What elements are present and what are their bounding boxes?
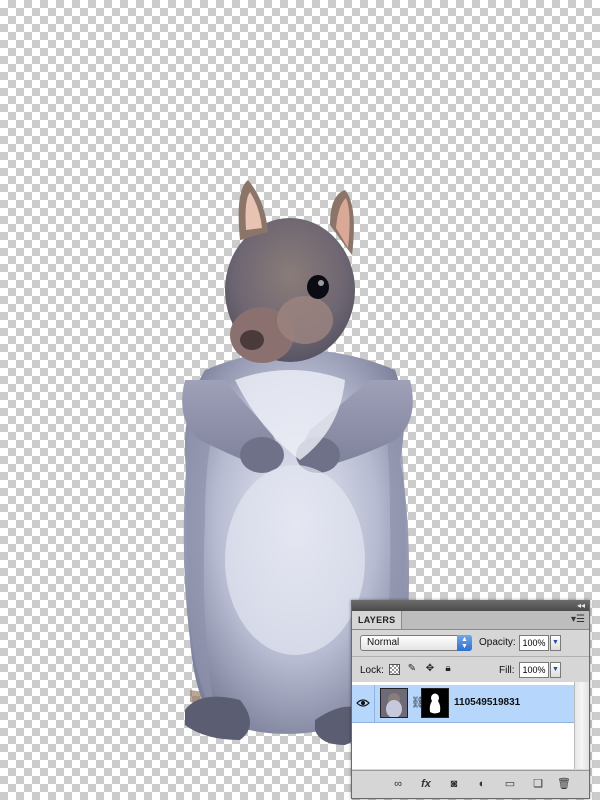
eye-divider [374, 685, 375, 722]
fill-input[interactable]: 100% [519, 662, 549, 678]
blend-mode-select[interactable]: Normal ▲ ▼ [360, 635, 472, 651]
layer-mask-thumbnail[interactable] [421, 688, 449, 718]
blend-mode-value: Normal [367, 637, 400, 648]
tab-layers[interactable]: LAYERS [352, 611, 403, 629]
panel-tab-row: LAYERS ▾☰ [352, 611, 589, 630]
layer-row[interactable]: ⛓︎ 110549519831 [352, 685, 574, 723]
new-layer-icon[interactable]: ❏ [530, 777, 546, 791]
blend-row: Normal ▲ ▼ Opacity: 100% ▼ [352, 630, 589, 657]
eye-icon[interactable] [356, 698, 370, 708]
layers-panel: ◂◂ LAYERS ▾☰ Normal ▲ ▼ Opacity: 100% ▼ L… [351, 600, 590, 799]
panel-titlebar[interactable]: ◂◂ [352, 601, 589, 611]
layer-name[interactable]: 110549519831 [454, 697, 520, 708]
fill-label: Fill: [499, 665, 515, 676]
lock-all-icon[interactable]: 🔒︎ [442, 663, 454, 675]
lock-row: Lock: ✎ ✥ 🔒︎ Fill: 100% ▼ [352, 657, 589, 684]
lock-position-icon[interactable]: ✥ [424, 663, 436, 675]
double-arrow-collapse-icon[interactable]: ◂◂ [577, 601, 585, 611]
add-mask-icon[interactable]: ◙ [446, 777, 462, 791]
chevron-updown-icon: ▲ ▼ [457, 635, 472, 651]
opacity-input[interactable]: 100% [519, 635, 549, 651]
layer-thumbnail[interactable] [380, 688, 408, 718]
panel-menu-icon[interactable]: ▾☰ [571, 614, 585, 626]
lock-image-pixels-icon[interactable]: ✎ [406, 663, 418, 675]
opacity-dropdown-button[interactable]: ▼ [550, 635, 561, 651]
new-group-icon[interactable]: ▭ [502, 777, 518, 791]
trash-icon[interactable]: 🗑︎ [556, 777, 572, 791]
link-layers-icon[interactable]: ∞ [390, 777, 406, 791]
layers-bottom-toolbar: ∞ fx ◙ ◐ ▭ ❏ 🗑︎ [352, 770, 589, 798]
lock-transparent-pixels-icon[interactable] [389, 664, 400, 675]
layers-list: ⛓︎ 110549519831 [352, 682, 589, 769]
lock-label: Lock: [360, 665, 384, 676]
layers-scrollbar[interactable] [574, 682, 589, 769]
fx-icon[interactable]: fx [418, 777, 434, 791]
adjustment-layer-icon[interactable]: ◐ [474, 777, 490, 791]
fill-dropdown-button[interactable]: ▼ [550, 662, 561, 678]
opacity-label: Opacity: [479, 637, 516, 648]
